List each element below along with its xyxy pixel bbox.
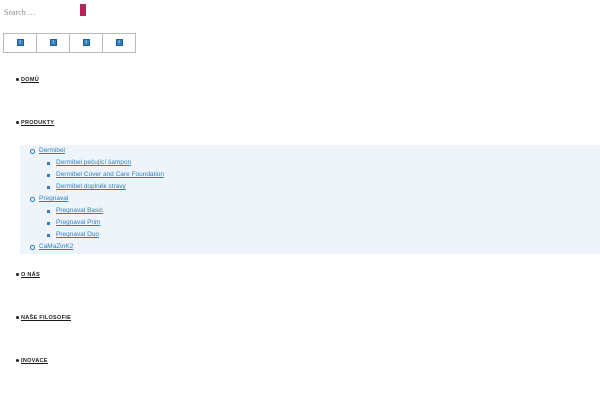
submenu-child-link[interactable]: Pregnaval Prim bbox=[56, 218, 100, 228]
submenu-child-link[interactable]: Dermibel pečující šampon bbox=[56, 158, 131, 168]
square-bullet-icon bbox=[47, 161, 50, 165]
square-bullet-icon bbox=[47, 185, 50, 189]
menu-link-nase-filosofie[interactable]: NAŠE FILOSOFIE bbox=[21, 313, 71, 323]
bullet-icon bbox=[16, 273, 19, 276]
circle-bullet-icon bbox=[30, 197, 35, 202]
submenu-link-camazink2[interactable]: CaMaZinK2 bbox=[39, 242, 73, 252]
main-menu: DOMŮ PRODUKTY Dermibel Dermibel pečující… bbox=[0, 0, 600, 400]
menu-link-domu[interactable]: DOMŮ bbox=[21, 75, 39, 85]
products-submenu: Dermibel Dermibel pečující šampon Dermib… bbox=[20, 145, 600, 254]
bullet-icon bbox=[16, 121, 19, 124]
submenu-child-link[interactable]: Pregnaval Basic bbox=[56, 206, 103, 216]
square-bullet-icon bbox=[47, 221, 50, 225]
submenu-link-dermibel[interactable]: Dermibel bbox=[39, 146, 65, 156]
menu-link-inovace[interactable]: INOVACE bbox=[21, 356, 48, 366]
bullet-icon bbox=[16, 78, 19, 81]
bullet-icon bbox=[16, 316, 19, 319]
menu-link-o-nas[interactable]: O NÁS bbox=[21, 270, 40, 280]
circle-bullet-icon bbox=[30, 245, 35, 250]
circle-bullet-icon bbox=[30, 149, 35, 154]
submenu-link-pregnaval[interactable]: Pregnaval bbox=[39, 194, 68, 204]
submenu-child-link[interactable]: Dermibel Cover and Care Foundation bbox=[56, 170, 164, 180]
bullet-icon bbox=[16, 359, 19, 362]
square-bullet-icon bbox=[47, 173, 50, 177]
menu-link-produkty[interactable]: PRODUKTY bbox=[21, 118, 54, 128]
square-bullet-icon bbox=[47, 233, 50, 237]
submenu-child-link[interactable]: Pregnaval Duo bbox=[56, 230, 99, 240]
submenu-child-link[interactable]: Dermibel doplněk stravy bbox=[56, 182, 126, 192]
square-bullet-icon bbox=[47, 209, 50, 213]
